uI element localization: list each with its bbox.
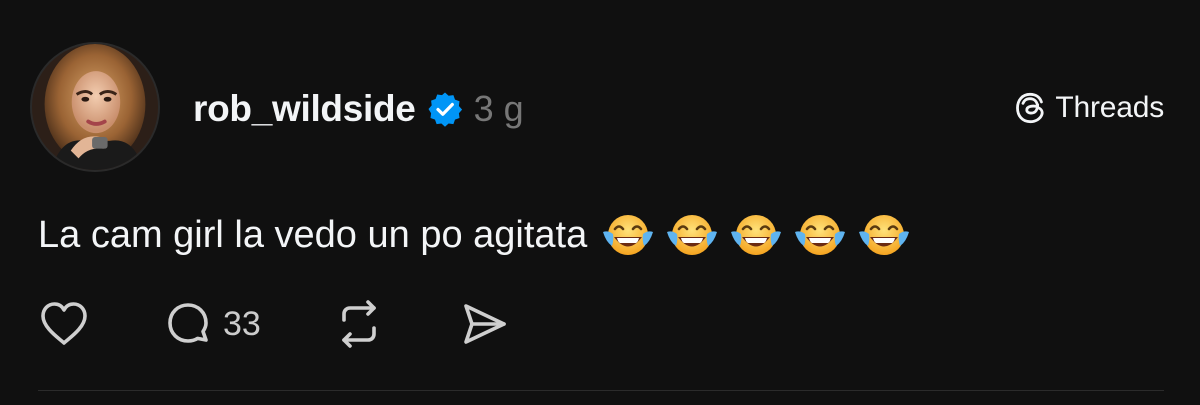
timestamp[interactable]: 3 g (474, 88, 524, 130)
repost-button[interactable] (333, 298, 385, 350)
like-button[interactable] (38, 300, 92, 348)
emoji-group (601, 212, 911, 258)
send-icon (464, 304, 506, 344)
tears-of-joy-emoji-icon (729, 212, 783, 258)
username[interactable]: rob_wildside (193, 88, 416, 130)
share-button[interactable] (458, 300, 510, 348)
avatar[interactable] (30, 42, 160, 172)
post-header: rob_wildside 3 g (193, 84, 524, 134)
repost-icon (342, 300, 376, 348)
divider (38, 390, 1164, 391)
threads-brand[interactable]: Threads (1013, 86, 1164, 130)
action-bar: 33 (38, 296, 510, 352)
comment-icon (168, 303, 208, 343)
post-text-content: La cam girl la vedo un po agitata (38, 214, 588, 256)
post-text: La cam girl la vedo un po agitata (38, 210, 911, 260)
tears-of-joy-emoji-icon (665, 212, 719, 258)
reply-count: 33 (223, 304, 261, 343)
reply-button[interactable]: 33 (163, 299, 261, 349)
threads-label: Threads (1055, 91, 1164, 124)
threads-logo-icon (1013, 91, 1047, 125)
threads-post: rob_wildside 3 g Threads La cam girl la … (0, 0, 1200, 405)
tears-of-joy-emoji-icon (793, 212, 847, 258)
verified-badge-icon (426, 90, 464, 128)
tears-of-joy-emoji-icon (857, 212, 911, 258)
tears-of-joy-emoji-icon (601, 212, 655, 258)
heart-icon (41, 302, 87, 345)
